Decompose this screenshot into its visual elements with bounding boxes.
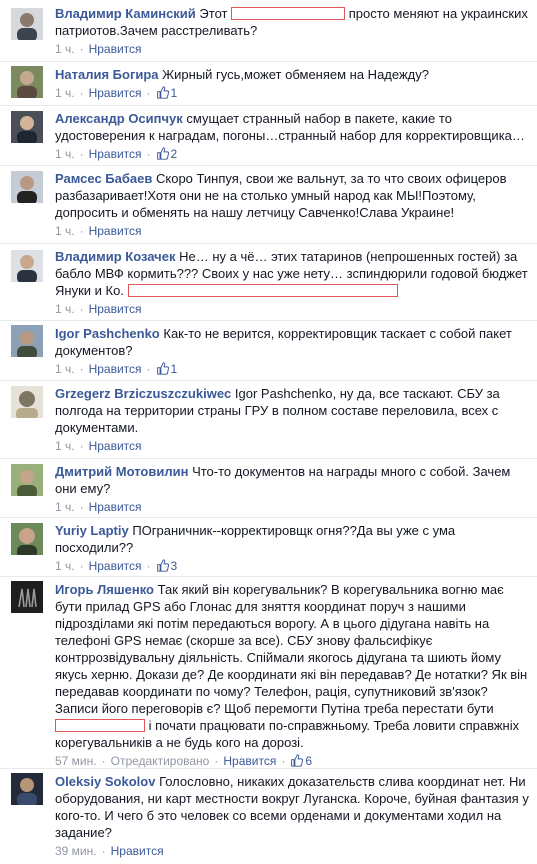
comment-time[interactable]: 1 ч. — [55, 500, 75, 514]
like-button[interactable]: Нравится — [223, 754, 276, 768]
comment-text: Этот — [199, 6, 228, 21]
comment-body: Владимир Козачек Не… ну а чё… этих татар… — [55, 248, 529, 317]
comment-time[interactable]: 1 ч. — [55, 559, 75, 573]
edited-label[interactable]: Отредактировано — [111, 754, 210, 768]
comment-body: Grzegerz Brziczuszczukiwec Igor Pashchen… — [55, 385, 529, 454]
avatar[interactable] — [11, 325, 43, 357]
comment-author[interactable]: Yuriy Laptiy — [55, 523, 129, 538]
comment-text: Так який він корегувальник? В корегуваль… — [55, 582, 528, 716]
comment-time[interactable]: 1 ч. — [55, 42, 75, 56]
comment-author[interactable]: Grzegerz Brziczuszczukiwec — [55, 386, 231, 401]
like-button[interactable]: Нравится — [89, 559, 142, 573]
comment-body: Igor Pashchenko Как-то не верится, корре… — [55, 325, 529, 377]
like-count[interactable]: 1 — [156, 362, 178, 376]
comment-body: Yuriy Laptiy ПОграничник--корректировщк … — [55, 522, 529, 574]
like-button[interactable]: Нравится — [89, 500, 142, 514]
comment-meta: 1 ч. · Нравится · 1 — [55, 86, 178, 100]
thumbs-up-icon — [156, 147, 169, 160]
like-button[interactable]: Нравится — [89, 42, 142, 56]
like-button[interactable]: Нравится — [89, 439, 142, 453]
comment-author[interactable]: Oleksiy Sokolov — [55, 774, 155, 789]
comment-author[interactable]: Владимир Козачек — [55, 249, 175, 264]
like-count[interactable]: 1 — [156, 86, 178, 100]
comment-author[interactable]: Александр Осипчук — [55, 111, 183, 126]
redaction-box — [231, 7, 346, 20]
redaction-box — [55, 719, 145, 732]
comment-author[interactable]: Рамсес Бабаев — [55, 171, 152, 186]
thumbs-up-icon — [156, 362, 169, 375]
comment-meta: 39 мин. · Нравится — [55, 844, 164, 858]
comment-body: Дмитрий Мотовилин Что-то документов на н… — [55, 463, 529, 515]
avatar[interactable] — [11, 111, 43, 143]
comment-time[interactable]: 57 мин. — [55, 754, 97, 768]
like-count[interactable]: 6 — [290, 754, 312, 768]
avatar[interactable] — [11, 581, 43, 613]
comment-author[interactable]: Наталия Богира — [55, 67, 159, 82]
comment: Oleksiy Sokolov Голословно, никаких дока… — [0, 769, 537, 864]
comment-meta: 1 ч. · Нравится · 2 — [55, 147, 178, 161]
like-button[interactable]: Нравится — [89, 224, 142, 238]
avatar[interactable] — [11, 773, 43, 805]
thumbs-up-icon — [156, 86, 169, 99]
avatar[interactable] — [11, 464, 43, 496]
avatar[interactable] — [11, 171, 43, 203]
like-button[interactable]: Нравится — [89, 147, 142, 161]
comment-author[interactable]: Владимир Каминский — [55, 6, 196, 21]
comment: Igor Pashchenko Как-то не верится, корре… — [0, 321, 537, 381]
comment: Владимир Козачек Не… ну а чё… этих татар… — [0, 244, 537, 321]
comment-meta: 1 ч. · Нравится — [55, 439, 142, 453]
comment: Дмитрий Мотовилин Что-то документов на н… — [0, 459, 537, 518]
comment-text: Жирный гусь,может обменяем на Надежду? — [162, 67, 429, 82]
comment: Yuriy Laptiy ПОграничник--корректировщк … — [0, 518, 537, 577]
comment-body: Рамсес Бабаев Скоро Тинпуя, свои же валь… — [55, 170, 529, 239]
like-button[interactable]: Нравится — [89, 86, 142, 100]
comment-time[interactable]: 1 ч. — [55, 86, 75, 100]
comment-time[interactable]: 1 ч. — [55, 224, 75, 238]
comment-meta: 1 ч. · Нравится · 3 — [55, 559, 178, 573]
comment-time[interactable]: 39 мин. — [55, 844, 97, 858]
comment-body: Владимир Каминский Этот просто меняют на… — [55, 5, 529, 57]
avatar[interactable] — [11, 250, 43, 282]
comment-author[interactable]: Игорь Ляшенко — [55, 582, 154, 597]
comment: Наталия Богира Жирный гусь,может обменяе… — [0, 62, 537, 106]
avatar[interactable] — [11, 8, 43, 40]
comment: Игорь Ляшенко Так який він корегувальник… — [0, 577, 537, 769]
avatar[interactable] — [11, 386, 43, 418]
comment-meta: 1 ч. · Нравится — [55, 500, 142, 514]
comment-meta: 1 ч. · Нравится — [55, 302, 142, 316]
comment-body: Александр Осипчук смущает странный набор… — [55, 110, 529, 162]
comment-meta: 1 ч. · Нравится — [55, 224, 142, 238]
like-count-value: 1 — [170, 362, 178, 376]
like-button[interactable]: Нравится — [111, 844, 164, 858]
comment-author[interactable]: Igor Pashchenko — [55, 326, 160, 341]
comment: Grzegerz Brziczuszczukiwec Igor Pashchen… — [0, 381, 537, 459]
like-count-value: 3 — [170, 559, 178, 573]
avatar[interactable] — [11, 66, 43, 98]
like-count-value: 6 — [305, 754, 312, 768]
comment-time[interactable]: 1 ч. — [55, 302, 75, 316]
like-count[interactable]: 3 — [156, 559, 178, 573]
like-button[interactable]: Нравится — [89, 302, 142, 316]
comment-meta: 1 ч. · Нравится — [55, 42, 142, 56]
comment: Владимир Каминский Этот просто меняют на… — [0, 0, 537, 62]
comment-body: Наталия Богира Жирный гусь,может обменяе… — [55, 66, 529, 101]
thumbs-up-icon — [291, 754, 304, 767]
avatar[interactable] — [11, 523, 43, 555]
comment: Рамсес Бабаев Скоро Тинпуя, свои же валь… — [0, 166, 537, 244]
comment: Александр Осипчук смущает странный набор… — [0, 106, 537, 166]
like-count[interactable]: 2 — [156, 147, 178, 161]
comment-time[interactable]: 1 ч. — [55, 439, 75, 453]
thumbs-up-icon — [156, 559, 169, 572]
like-count-value: 1 — [170, 86, 178, 100]
comment-time[interactable]: 1 ч. — [55, 362, 75, 376]
comment-body: Игорь Ляшенко Так який він корегувальник… — [55, 581, 529, 769]
redaction-box — [127, 284, 398, 297]
comment-time[interactable]: 1 ч. — [55, 147, 75, 161]
comment-meta: 57 мин. · Отредактировано · Нравится · 6 — [55, 754, 312, 768]
like-count-value: 2 — [170, 147, 178, 161]
comment-meta: 1 ч. · Нравится · 1 — [55, 362, 178, 376]
like-button[interactable]: Нравится — [89, 362, 142, 376]
comment-author[interactable]: Дмитрий Мотовилин — [55, 464, 188, 479]
comment-body: Oleksiy Sokolov Голословно, никаких дока… — [55, 773, 529, 859]
